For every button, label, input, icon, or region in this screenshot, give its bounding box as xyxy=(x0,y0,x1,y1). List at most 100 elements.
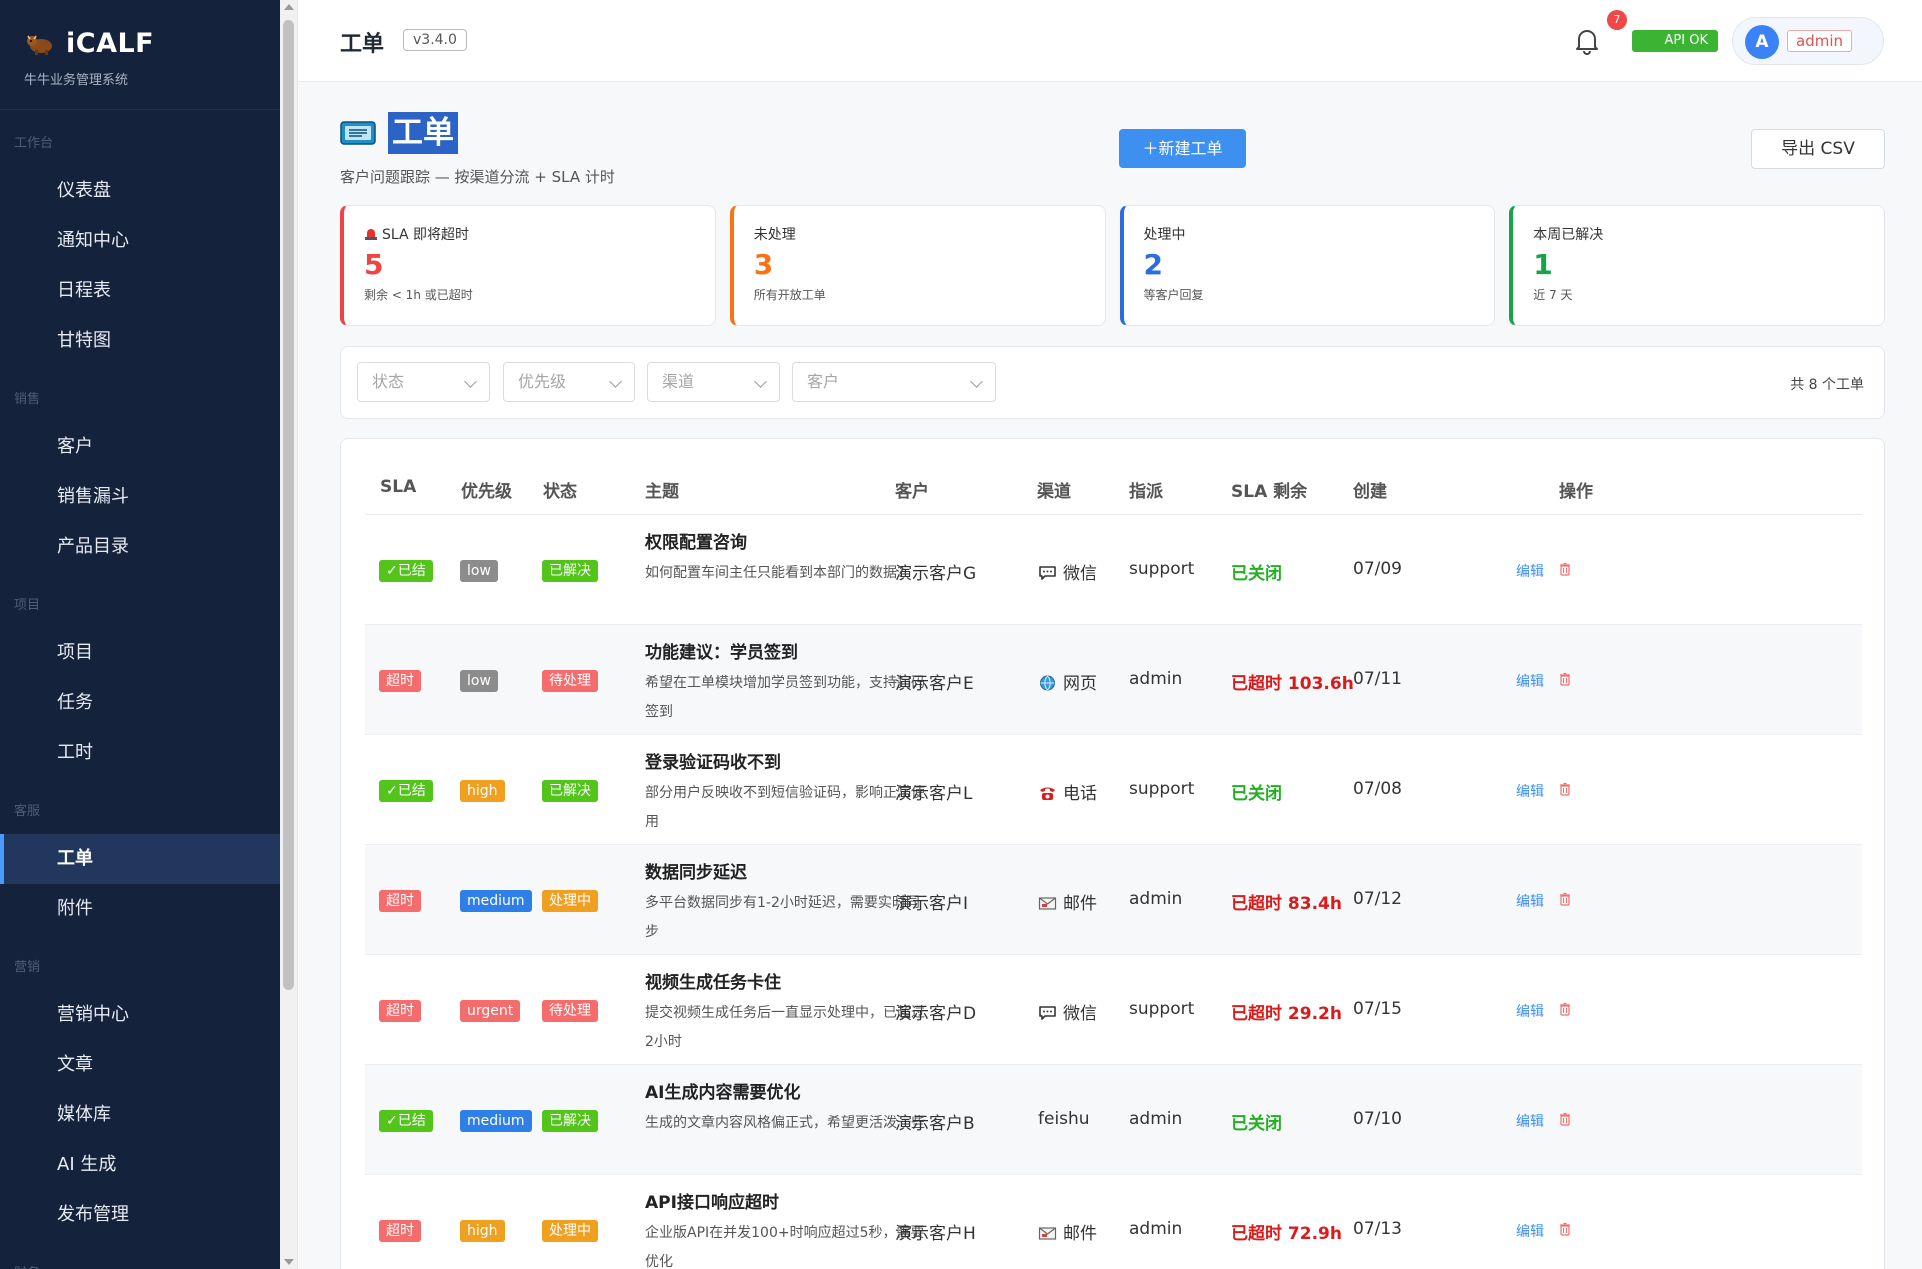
avatar: A xyxy=(1745,25,1779,59)
status-filter-placeholder: 状态 xyxy=(372,372,405,391)
edit-ticket-link[interactable]: 编辑 xyxy=(1516,561,1544,581)
sidebar-item[interactable]: 项目 xyxy=(0,628,280,678)
col-assignee[interactable]: 指派 xyxy=(1129,477,1163,502)
ticket-subject[interactable]: AI生成内容需要优化 xyxy=(645,1078,800,1103)
sla-remaining: 已关闭 xyxy=(1231,1114,1282,1134)
ticket-created-date: 07/11 xyxy=(1353,669,1402,689)
ticket-assignee: support xyxy=(1129,999,1195,1019)
sidebar-item[interactable]: 甘特图 xyxy=(0,316,280,366)
sla-remaining: 已关闭 xyxy=(1231,564,1282,584)
ticket-customer: 演示客户B xyxy=(895,1114,975,1134)
stats-cards: SLA 即将超时 5 剩余 < 1h 或已超时 未处理 3 所有开放工单 处理中… xyxy=(340,205,1885,326)
ticket-description: 部分用户反映收不到短信验证码，影响正常使用 xyxy=(645,785,925,830)
stat-value: 1 xyxy=(1533,248,1553,281)
col-status[interactable]: 状态 xyxy=(543,477,577,502)
trash-icon[interactable] xyxy=(1559,672,1571,686)
bell-icon[interactable] xyxy=(1574,27,1600,55)
sidebar-item[interactable]: 营销中心 xyxy=(0,990,280,1040)
edit-ticket-link[interactable]: 编辑 xyxy=(1516,1221,1544,1241)
col-channel[interactable]: 渠道 xyxy=(1037,477,1071,502)
sla-remaining: 已超时 72.9h xyxy=(1231,1224,1342,1244)
user-menu[interactable]: A admin xyxy=(1732,17,1884,65)
ticket-assignee: support xyxy=(1129,559,1195,579)
table-row[interactable]: 超时 low 待处理 功能建议：学员签到 希望在工单模块增加学员签到功能，支持扫… xyxy=(365,625,1862,735)
new-ticket-button[interactable]: ＋新建工单 xyxy=(1119,129,1246,168)
stat-label-text: 处理中 xyxy=(1143,227,1186,243)
ticket-channel-label: 微信 xyxy=(1063,564,1097,584)
trash-icon[interactable] xyxy=(1559,892,1571,906)
sidebar-item[interactable]: 媒体库 xyxy=(0,1090,280,1140)
sidebar-item[interactable]: 发布管理 xyxy=(0,1190,280,1240)
stat-label: 本周已解决 xyxy=(1533,224,1884,244)
ticket-channel: 微信 xyxy=(1038,559,1097,584)
trash-icon[interactable] xyxy=(1559,782,1571,796)
col-created[interactable]: 创建 xyxy=(1353,477,1387,502)
trash-icon[interactable] xyxy=(1559,1112,1571,1126)
sidebar-item[interactable]: 客户 xyxy=(0,422,280,472)
ticket-subject[interactable]: 权限配置咨询 xyxy=(645,528,747,553)
col-subject[interactable]: 主题 xyxy=(645,477,679,502)
customer-filter-placeholder: 客户 xyxy=(807,372,840,391)
edit-ticket-link[interactable]: 编辑 xyxy=(1516,891,1544,911)
chevron-down-icon xyxy=(609,375,622,388)
ticket-subject[interactable]: 视频生成任务卡住 xyxy=(645,968,781,993)
stat-note: 等客户回复 xyxy=(1143,288,1204,302)
ticket-subject[interactable]: 功能建议：学员签到 xyxy=(645,638,798,663)
sidebar-item[interactable]: 通知中心 xyxy=(0,216,280,266)
stat-value: 5 xyxy=(364,248,384,281)
trash-icon[interactable] xyxy=(1559,562,1571,576)
scroll-down-icon[interactable] xyxy=(284,1259,294,1265)
ticket-customer: 演示客户L xyxy=(895,784,973,804)
sidebar-item[interactable]: 任务 xyxy=(0,678,280,728)
scrollbar-thumb[interactable] xyxy=(283,20,294,990)
sidebar-item[interactable]: 销售漏斗 xyxy=(0,472,280,522)
edit-ticket-link[interactable]: 编辑 xyxy=(1516,1001,1544,1021)
sidebar-item[interactable]: 工单 xyxy=(0,834,280,884)
ticket-subject[interactable]: 数据同步延迟 xyxy=(645,858,747,883)
table-row[interactable]: ✓已结 medium 已解决 AI生成内容需要优化 生成的文章内容风格偏正式，希… xyxy=(365,1065,1862,1175)
chevron-down-icon xyxy=(754,375,767,388)
edit-ticket-link[interactable]: 编辑 xyxy=(1516,781,1544,801)
table-row[interactable]: 超时 high 处理中 API接口响应超时 企业版API在并发100+时响应超过… xyxy=(365,1175,1862,1269)
table-row[interactable]: ✓已结 low 已解决 权限配置咨询 如何配置车间主任只能看到本部门的数据? 演… xyxy=(365,515,1862,625)
col-sla-left[interactable]: SLA 剩余 xyxy=(1231,477,1307,502)
sidebar-item[interactable]: 文章 xyxy=(0,1040,280,1090)
ticket-customer: 演示客户G xyxy=(895,564,977,584)
edit-ticket-link[interactable]: 编辑 xyxy=(1516,671,1544,691)
table-row[interactable]: 超时 urgent 待处理 视频生成任务卡住 提交视频生成任务后一直显示处理中，… xyxy=(365,955,1862,1065)
ticket-description: 生成的文章内容风格偏正式，希望更活泼一些 xyxy=(645,1115,925,1131)
table-row[interactable]: ✓已结 high 已解决 登录验证码收不到 部分用户反映收不到短信验证码，影响正… xyxy=(365,735,1862,845)
ticket-subject[interactable]: 登录验证码收不到 xyxy=(645,748,781,773)
scroll-up-icon[interactable] xyxy=(284,4,294,10)
ticket-table: SLA 优先级 状态 主题 客户 渠道 指派 SLA 剩余 创建 操作 ✓已结 … xyxy=(340,438,1885,1269)
stat-value: 2 xyxy=(1143,248,1163,281)
channel-filter-select[interactable]: 渠道 xyxy=(647,362,780,402)
ticket-channel-label: 邮件 xyxy=(1063,894,1097,914)
sidebar-item[interactable]: 附件 xyxy=(0,884,280,934)
ticket-subject[interactable]: API接口响应超时 xyxy=(645,1188,779,1213)
col-priority[interactable]: 优先级 xyxy=(461,477,512,502)
nav-section-title: 客服 xyxy=(14,804,41,819)
table-row[interactable]: 超时 medium 处理中 数据同步延迟 多平台数据同步有1-2小时延迟，需要实… xyxy=(365,845,1862,955)
ticket-description: 希望在工单模块增加学员签到功能，支持扫码签到 xyxy=(645,675,925,720)
trash-icon[interactable] xyxy=(1559,1002,1571,1016)
status-filter-select[interactable]: 状态 xyxy=(357,362,490,402)
sidebar-item[interactable]: 工时 xyxy=(0,728,280,778)
page-scrollbar[interactable] xyxy=(280,0,298,1269)
export-csv-button[interactable]: 导出 CSV xyxy=(1751,129,1885,169)
sidebar-item[interactable]: 日程表 xyxy=(0,266,280,316)
trash-icon[interactable] xyxy=(1559,1222,1571,1236)
ticket-description: 企业版API在并发100+时响应超过5秒，需要优化 xyxy=(645,1225,925,1269)
priority-badge: medium xyxy=(460,890,532,912)
ticket-icon xyxy=(340,121,376,145)
col-customer[interactable]: 客户 xyxy=(895,477,929,502)
sidebar-item[interactable]: 产品目录 xyxy=(0,522,280,572)
col-sla[interactable]: SLA xyxy=(380,477,416,497)
priority-filter-select[interactable]: 优先级 xyxy=(503,362,635,402)
sidebar-item[interactable]: 仪表盘 xyxy=(0,166,280,216)
customer-filter-select[interactable]: 客户 xyxy=(792,362,996,402)
ticket-assignee: admin xyxy=(1129,1109,1183,1129)
edit-ticket-link[interactable]: 编辑 xyxy=(1516,1111,1544,1131)
sla-badge: ✓已结 xyxy=(379,780,433,802)
sidebar-item[interactable]: AI 生成 xyxy=(0,1140,280,1190)
